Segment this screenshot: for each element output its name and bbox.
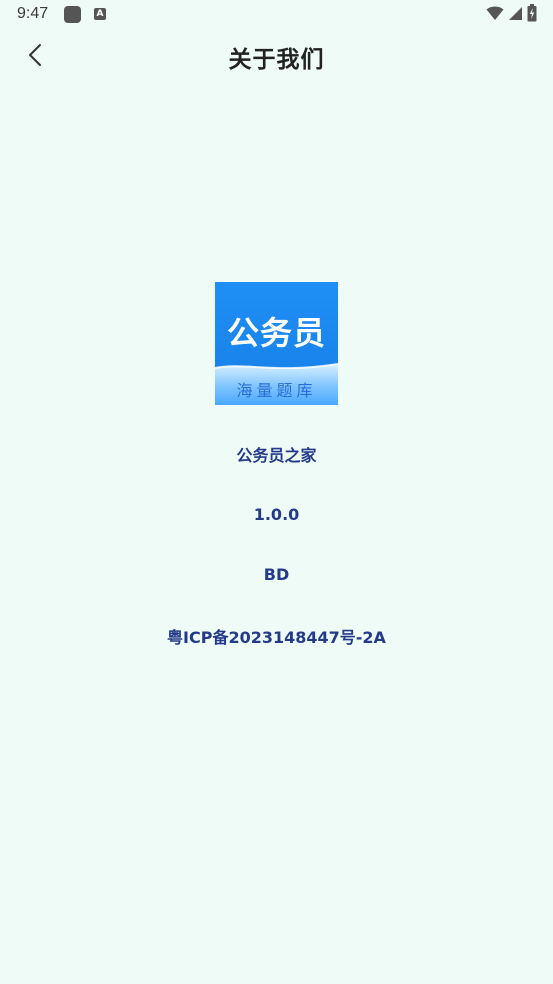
logo-sub-text: 海量题库: [236, 381, 317, 400]
status-indicators: [486, 4, 537, 26]
battery-icon: [527, 4, 537, 26]
header: 关于我们: [0, 30, 553, 86]
app-name: 公务员之家: [236, 446, 317, 465]
app-notification-icon: [64, 6, 81, 23]
logo-main-text: 公务员: [226, 314, 326, 352]
signal-icon: [508, 5, 523, 25]
app-version: 1.0.0: [253, 505, 300, 524]
wifi-icon: [486, 5, 504, 25]
keyboard-a-icon: A: [94, 8, 106, 20]
page-title: 关于我们: [228, 47, 325, 73]
icp-record[interactable]: 粤ICP备2023148447号-2A: [0, 624, 553, 648]
app-channel: BD: [263, 565, 290, 584]
app-logo: 公务员 海量题库: [215, 282, 338, 405]
status-time: 9:47: [17, 5, 49, 22]
status-bar: 9:47 A: [0, 0, 553, 30]
